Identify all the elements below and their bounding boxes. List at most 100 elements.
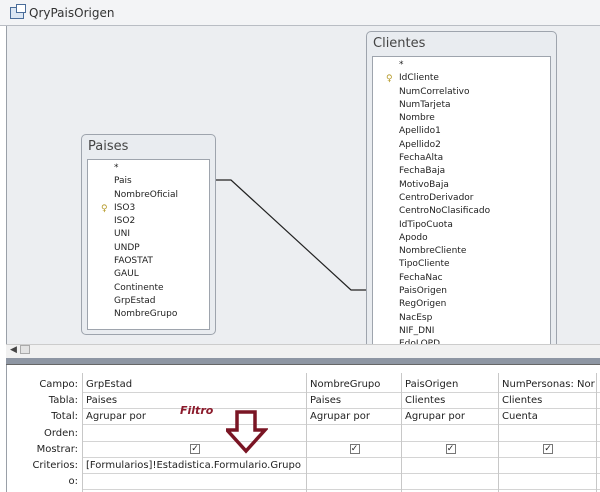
row-label: Total:	[51, 411, 78, 423]
grid-cell-criterios[interactable]	[499, 458, 596, 474]
field-name: NombreCliente	[399, 246, 467, 257]
field-name: CentroDerivador	[399, 192, 474, 203]
grid-cell-criterios[interactable]: [Formularios]!Estadistica.Formulario.Gru…	[83, 458, 306, 474]
grid-cell-total[interactable]: Cuenta	[499, 409, 596, 426]
grid-cell-o[interactable]	[307, 474, 401, 491]
grid-cell-tabla[interactable]: Clientes	[499, 393, 596, 410]
grid-cell-total[interactable]: Agrupar por	[402, 409, 498, 426]
field-item[interactable]: NumCorrelativo	[373, 86, 550, 99]
field-item[interactable]: UNI	[88, 228, 209, 241]
show-checkbox[interactable]: ✓	[543, 443, 553, 454]
grid-cell-orden[interactable]	[402, 426, 498, 442]
field-item[interactable]: NombreCliente	[373, 245, 550, 258]
field-item[interactable]: FechaBaja	[373, 165, 550, 178]
grid-cell-campo[interactable]: NumPersonas: Nor	[499, 377, 596, 393]
field-name: Nombre	[399, 113, 435, 124]
grid-cell-mostrar[interactable]: ✓	[499, 442, 596, 458]
query-tab[interactable]: QryPaisOrigen	[0, 0, 600, 26]
field-name: Apellido1	[399, 126, 441, 137]
query-icon	[10, 3, 26, 19]
grid-cell-campo[interactable]: NombreGrupo	[307, 377, 401, 393]
down-arrow-icon	[226, 410, 268, 454]
field-item[interactable]: NacEsp	[373, 312, 550, 325]
grid-cell-o[interactable]	[402, 474, 498, 491]
field-item[interactable]: Nombre	[373, 112, 550, 125]
field-name: GAUL	[114, 269, 139, 280]
grid-cell-tabla[interactable]: Paises	[307, 393, 401, 410]
field-item[interactable]: FAOSTAT	[88, 255, 209, 268]
show-checkbox[interactable]: ✓	[349, 443, 360, 454]
field-name: TipoCliente	[399, 259, 450, 270]
field-name: UNDP	[114, 242, 140, 253]
field-item[interactable]: Apellido2	[373, 139, 550, 152]
filter-annotation: Filtro	[180, 404, 214, 417]
query-grid: Campo: Tabla: Total: Orden: Mostrar: Criterio…	[6, 365, 600, 492]
grid-cell-o[interactable]	[499, 474, 596, 491]
grid-cell-o[interactable]	[83, 474, 306, 491]
horizontal-scrollbar[interactable]: ◀	[6, 344, 600, 358]
field-name: CentroNoClasificado	[399, 206, 491, 217]
field-item[interactable]: FechaAlta	[373, 152, 550, 165]
row-label: o:	[68, 476, 79, 488]
pane-splitter[interactable]	[6, 358, 600, 365]
field-item[interactable]: Apodo	[373, 232, 550, 245]
field-item[interactable]: IdTipoCuota	[373, 219, 550, 232]
field-item[interactable]: GrpEstad	[88, 295, 209, 308]
grid-cell-campo[interactable]: GrpEstad	[83, 377, 306, 393]
field-item[interactable]: CentroNoClasificado	[373, 205, 550, 218]
field-item[interactable]: NombreOficial	[88, 189, 209, 202]
row-label: Criterios:	[32, 460, 78, 471]
grid-cell-criterios[interactable]	[402, 458, 498, 474]
grid-cell-orden[interactable]	[307, 426, 401, 442]
field-item[interactable]: NumTarjeta	[373, 99, 550, 112]
grid-cell-criterios[interactable]	[307, 458, 401, 474]
field-name: Apodo	[399, 232, 428, 243]
grid-cell-mostrar[interactable]: ✓	[402, 442, 498, 458]
grid-cell-orden[interactable]	[83, 426, 306, 442]
field-name: NIF_DNI	[399, 325, 435, 336]
field-name: FAOSTAT	[114, 256, 153, 267]
field-item[interactable]: GAUL	[88, 268, 209, 281]
grid-cell-tabla[interactable]: Clientes	[402, 393, 498, 410]
field-name: ISO3	[114, 202, 136, 213]
primary-key-icon: ♀	[101, 203, 108, 214]
scroll-left-icon[interactable]: ◀	[10, 345, 17, 355]
field-item[interactable]: ♀ IdCliente	[373, 72, 550, 85]
field-item[interactable]: TipoCliente	[373, 258, 550, 271]
show-checkbox[interactable]: ✓	[445, 443, 456, 454]
field-item[interactable]: CentroDerivador	[373, 192, 550, 205]
grid-cell-total[interactable]: Agrupar por	[307, 409, 401, 426]
grid-cell-orden[interactable]	[499, 426, 596, 442]
field-item[interactable]: FechaNac	[373, 272, 550, 285]
grid-cell-mostrar[interactable]: ✓	[307, 442, 401, 458]
field-item[interactable]: NIF_DNI	[373, 325, 550, 338]
field-item[interactable]: UNDP	[88, 242, 209, 255]
table-clientes[interactable]: Clientes * ♀ IdCliente NumCorrelativo NumTar…	[366, 31, 557, 349]
field-item[interactable]: Apellido1	[373, 125, 550, 138]
show-checkbox[interactable]: ✓	[190, 443, 200, 454]
field-item[interactable]: *	[88, 162, 209, 175]
field-item[interactable]: PaisOrigen	[373, 285, 550, 298]
field-item[interactable]: RegOrigen	[373, 298, 550, 311]
field-list[interactable]: * Pais NombreOficial ♀ ISO3 ISO2 UNI UNDP FAOSTA…	[87, 159, 210, 330]
field-list[interactable]: * ♀ IdCliente NumCorrelativo NumTarjeta Nombr…	[372, 56, 551, 348]
field-item[interactable]: MotivoBaja	[373, 179, 550, 192]
grid-cell-campo[interactable]: PaisOrigen	[402, 377, 498, 393]
field-item[interactable]: *	[373, 59, 550, 72]
field-name: NumTarjeta	[399, 99, 451, 110]
table-paises[interactable]: Paises * Pais NombreOficial ♀ ISO3 ISO2 UNI UND…	[81, 134, 216, 335]
query-title: QryPaisOrigen	[29, 5, 115, 20]
field-name: IdTipoCuota	[399, 219, 453, 230]
field-item[interactable]: Pais	[88, 175, 209, 188]
field-name: FechaNac	[399, 272, 443, 283]
field-item[interactable]: NombreGrupo	[88, 308, 209, 321]
grid-cell-mostrar[interactable]: ✓	[83, 442, 306, 458]
field-item[interactable]: ISO2	[88, 215, 209, 228]
field-item[interactable]: Continente	[88, 282, 209, 295]
field-name: NacEsp	[399, 312, 433, 323]
field-name: Pais	[114, 176, 132, 187]
row-label: Campo:	[39, 379, 78, 390]
field-item[interactable]: ♀ ISO3	[88, 202, 209, 215]
field-name: GrpEstad	[114, 295, 156, 306]
scroll-thumb[interactable]	[19, 345, 30, 354]
